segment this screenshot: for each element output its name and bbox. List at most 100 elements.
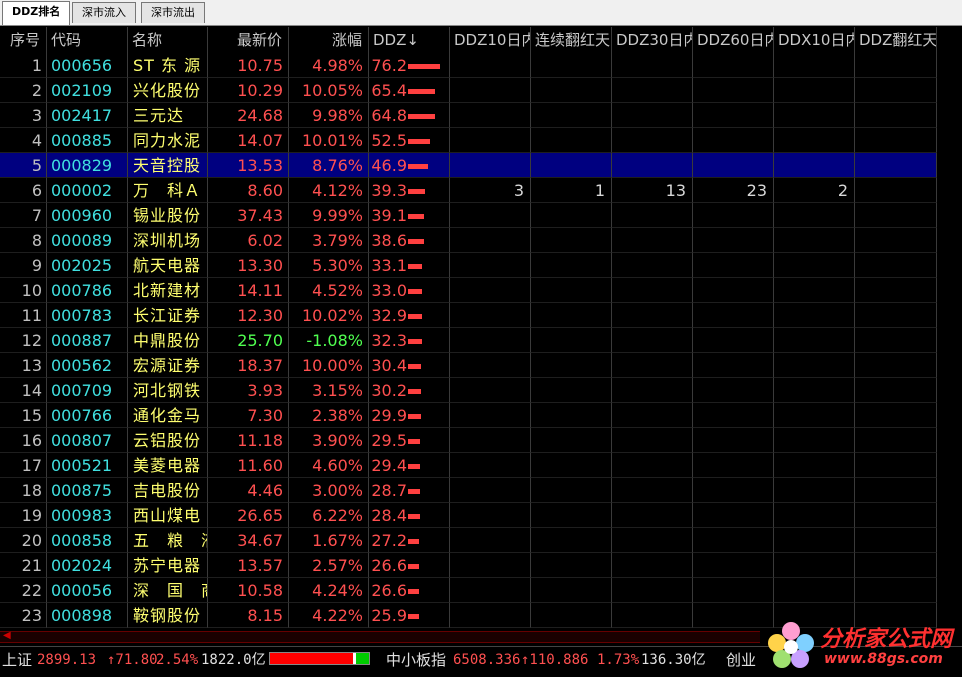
table-row[interactable]: 2 002109 兴化股份 10.29 10.05% 65.4	[0, 78, 937, 103]
col-consec-red-cell	[531, 403, 612, 428]
col-ddz10-cell	[450, 603, 531, 628]
table-row[interactable]: 21 002024 苏宁电器 13.57 2.57% 26.6	[0, 553, 937, 578]
col-ddz10-cell	[450, 278, 531, 303]
table-row[interactable]: 6 000002 万 科Ａ 8.60 4.12% 39.3 3 1 13 23 2	[0, 178, 937, 203]
col-ddz60-header[interactable]: DDZ60日内	[693, 27, 774, 53]
row-index: 4	[0, 128, 47, 153]
col-consec-red-cell	[531, 253, 612, 278]
ddz-value-cell: 26.6	[369, 578, 450, 603]
table-row[interactable]: 14 000709 河北钢铁 3.93 3.15% 30.2	[0, 378, 937, 403]
col-ddx10-header[interactable]: DDX10日内	[774, 27, 855, 53]
col-consec-red-header[interactable]: 连续翻红天	[531, 27, 612, 53]
table-row[interactable]: 20000858五 粮 液34.671.67%27.2	[0, 528, 937, 553]
ddz-value: 29.9	[371, 406, 407, 425]
col-ddz60-cell	[693, 78, 774, 103]
col-consec-red-cell	[531, 128, 612, 153]
sme-index-change: ↑110.886	[521, 652, 589, 668]
change-pct: 9.98%	[289, 103, 369, 128]
latest-price: 3.93	[208, 378, 289, 403]
col-name-header[interactable]: 名称	[128, 27, 208, 53]
advance-decline-bar	[269, 652, 370, 665]
scroll-left-arrow-icon[interactable]: ◀	[3, 630, 11, 641]
col-ddz30-cell	[612, 503, 693, 528]
col-ddz-red-days-cell	[855, 553, 937, 578]
sme-index-pct: 1.73%	[597, 652, 640, 668]
col-ddz-header[interactable]: DDZ↓	[369, 27, 450, 53]
row-index: 9	[0, 253, 47, 278]
change-pct: 10.00%	[289, 353, 369, 378]
col-ddz30-header[interactable]: DDZ30日内	[612, 27, 693, 53]
col-ddz60-cell	[693, 428, 774, 453]
table-row[interactable]: 17 000521 美菱电器 11.60 4.60% 29.4	[0, 453, 937, 478]
ddz-bar	[408, 89, 435, 94]
table-row[interactable]: 15 000766 通化金马 7.30 2.38% 29.9	[0, 403, 937, 428]
col-change-header[interactable]: 涨幅	[289, 27, 369, 53]
table-row[interactable]: 12 000887 中鼎股份 25.70 -1.08% 32.3	[0, 328, 937, 353]
col-code-header[interactable]: 代码	[47, 27, 128, 53]
table-row[interactable]: 11 000783 长江证券 12.30 10.02% 32.9	[0, 303, 937, 328]
tab-ddz-ranking[interactable]: DDZ排名	[2, 1, 71, 25]
table-row[interactable]: 22000056深 国 商10.584.24%26.6	[0, 578, 937, 603]
col-ddz10-cell	[450, 428, 531, 453]
ddz-value-cell: 27.2	[369, 528, 450, 553]
ddz-bar	[408, 364, 421, 369]
row-index: 6	[0, 178, 47, 203]
ddz-bar	[408, 589, 419, 594]
table-row[interactable]: 18 000875 吉电股份 4.46 3.00% 28.7	[0, 478, 937, 503]
change-pct: 4.52%	[289, 278, 369, 303]
col-ddz10-cell	[450, 253, 531, 278]
table-row[interactable]: 1 000656 ST 东 源 10.75 4.98% 76.2	[0, 53, 937, 78]
stock-name: 宏源证券	[128, 353, 208, 378]
stock-code: 000858	[47, 528, 128, 553]
ddz-value: 26.6	[371, 581, 407, 600]
ddz-bar	[408, 64, 440, 69]
col-ddz-red-days-cell	[855, 478, 937, 503]
col-ddz30-cell	[612, 603, 693, 628]
ddz-bar	[408, 239, 424, 244]
col-ddz-red-days-cell	[855, 253, 937, 278]
table-row[interactable]: 13 000562 宏源证券 18.37 10.00% 30.4	[0, 353, 937, 378]
col-ddz60-cell	[693, 353, 774, 378]
table-row[interactable]: 4 000885 同力水泥 14.07 10.01% 52.5	[0, 128, 937, 153]
table-row[interactable]: 7 000960 锡业股份 37.43 9.99% 39.1	[0, 203, 937, 228]
scrollbar-track[interactable]	[0, 631, 760, 643]
table-row[interactable]: 8 000089 深圳机场 6.02 3.79% 38.6	[0, 228, 937, 253]
col-ddx10-cell	[774, 278, 855, 303]
col-ddz-red-days-cell	[855, 178, 937, 203]
ddz-bar	[408, 514, 420, 519]
col-consec-red-cell	[531, 228, 612, 253]
table-row[interactable]: 10 000786 北新建材 14.11 4.52% 33.0	[0, 278, 937, 303]
sme-index-value: 6508.336	[453, 652, 521, 668]
change-pct: 3.90%	[289, 428, 369, 453]
col-ddz30-cell	[612, 328, 693, 353]
tab-sz-inflow[interactable]: 深市流入	[72, 2, 136, 23]
col-ddz-red-days-header[interactable]: DDZ翻红天数	[855, 27, 937, 53]
row-index: 1	[0, 53, 47, 78]
tab-sz-outflow[interactable]: 深市流出	[141, 2, 205, 23]
stock-code: 000829	[47, 153, 128, 178]
col-ddz60-cell	[693, 328, 774, 353]
ddz-value: 46.9	[371, 156, 407, 175]
table-row[interactable]: 16 000807 云铝股份 11.18 3.90% 29.5	[0, 428, 937, 453]
stock-code: 000002	[47, 178, 128, 203]
latest-price: 8.60	[208, 178, 289, 203]
ddz-bar	[408, 289, 422, 294]
change-pct: 6.22%	[289, 503, 369, 528]
col-ddz10-cell	[450, 303, 531, 328]
table-row[interactable]: 3 002417 三元达 24.68 9.98% 64.8	[0, 103, 937, 128]
table-row[interactable]: 9 002025 航天电器 13.30 5.30% 33.1	[0, 253, 937, 278]
col-ddz60-cell	[693, 578, 774, 603]
col-index-header[interactable]: 序号	[0, 27, 47, 53]
stock-name: 三元达	[128, 103, 208, 128]
col-consec-red-cell	[531, 503, 612, 528]
table-row[interactable]: 5 000829 天音控股 13.53 8.76% 46.9	[0, 153, 937, 178]
ddz-value: 64.8	[371, 106, 407, 125]
latest-price: 24.68	[208, 103, 289, 128]
table-row[interactable]: 19 000983 西山煤电 26.65 6.22% 28.4	[0, 503, 937, 528]
col-ddz-red-days-cell	[855, 303, 937, 328]
col-ddz10-header[interactable]: DDZ10日内	[450, 27, 531, 53]
change-pct: 3.00%	[289, 478, 369, 503]
col-price-header[interactable]: 最新价	[208, 27, 289, 53]
col-ddz10-cell	[450, 53, 531, 78]
ddz-bar	[408, 414, 421, 419]
